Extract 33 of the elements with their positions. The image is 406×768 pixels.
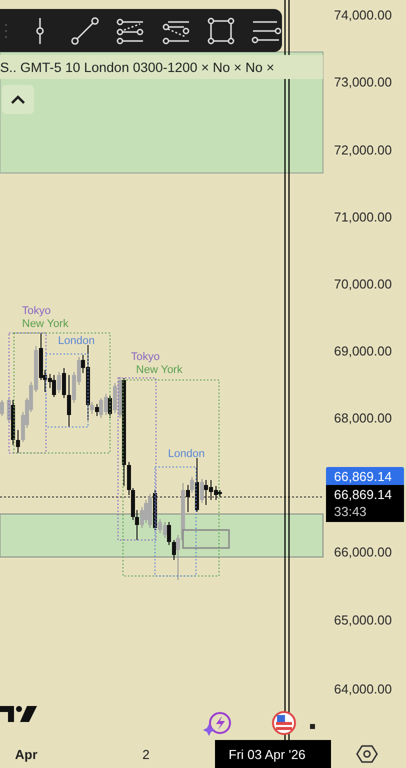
price-label: 70,000.00 [334, 276, 392, 292]
price-label: 66,000.00 [334, 544, 392, 560]
price-label: 65,000.00 [334, 612, 392, 628]
close-price: 66,869.14 [334, 487, 393, 503]
chevron-up-icon [11, 95, 25, 104]
session-label: Tokyo [131, 351, 160, 363]
last-price-tag: 66,869.14 [326, 467, 404, 485]
trend-line-icon[interactable] [69, 14, 101, 46]
price-label: 74,000.00 [334, 8, 392, 22]
price-label: 64,000.00 [334, 682, 392, 696]
time-label: 2 [142, 746, 150, 762]
session-label: New York [22, 318, 68, 330]
price-label: 68,000.00 [334, 410, 392, 426]
session-label: London [168, 448, 205, 460]
flag-icon [272, 711, 296, 735]
time-cursor-label: Fri 03 Apr '26 [214, 740, 331, 768]
price-label: 73,000.00 [334, 74, 392, 90]
session-label: New York [136, 364, 182, 376]
settings-icon[interactable] [356, 743, 378, 765]
collapse-button[interactable] [2, 85, 34, 114]
session-label: Tokyo [22, 305, 51, 317]
bar-countdown: 33:43 [334, 504, 368, 520]
indicator-legend: S.. GMT-5 10 London 0300-1200 × No × No × [0, 55, 323, 79]
candle [0, 400, 4, 416]
price-label: 69,000.00 [334, 344, 392, 358]
price-label: 72,000.00 [334, 142, 392, 158]
logo-icon [0, 706, 37, 722]
time-label: Apr [15, 746, 38, 762]
lightning-icon [203, 712, 231, 736]
zone-box [182, 529, 230, 549]
price-label: 71,000.00 [334, 210, 392, 224]
session-label: London [58, 335, 95, 347]
marker-icon [310, 724, 315, 729]
